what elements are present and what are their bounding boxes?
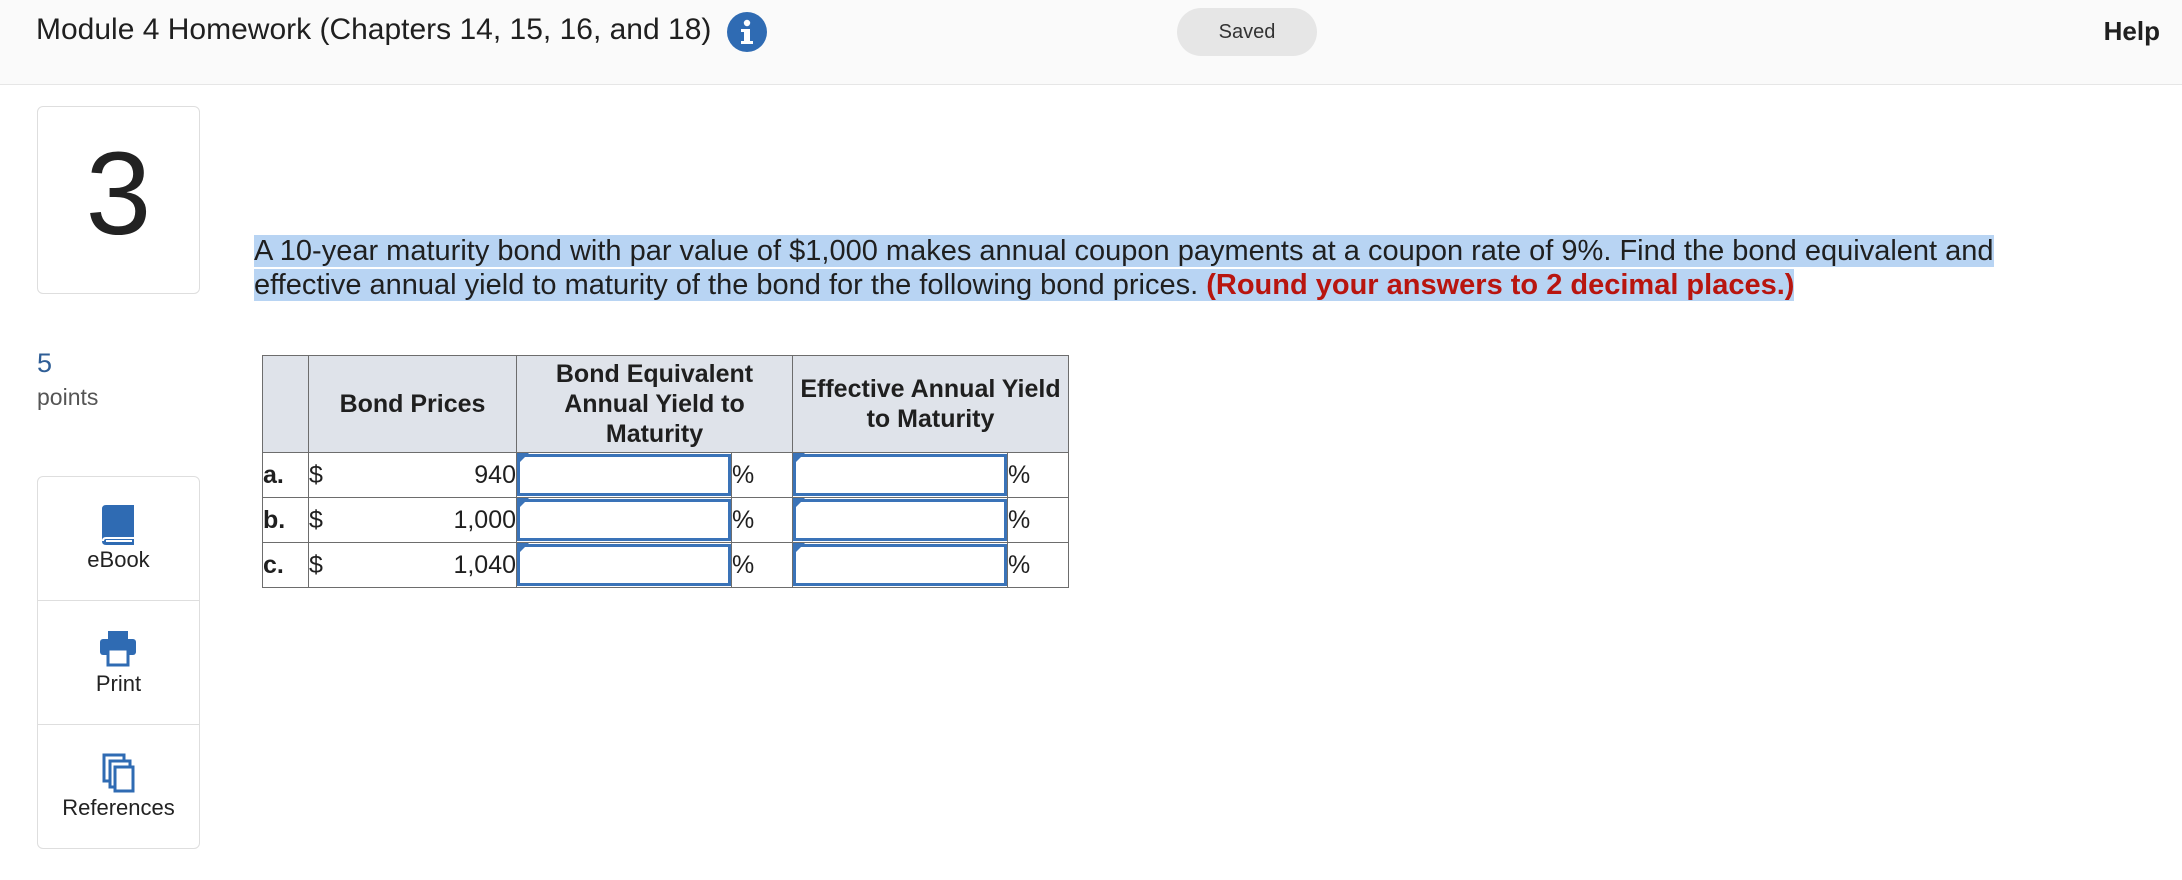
eay-input-b[interactable]	[793, 499, 1007, 541]
printer-icon	[98, 627, 138, 671]
input-flag-icon	[793, 543, 805, 555]
table-row: b. $ 1,000 % %	[262, 497, 1069, 543]
assignment-title: Module 4 Homework (Chapters 14, 15, 16, …	[36, 13, 712, 46]
bey-cell	[516, 542, 732, 588]
ebook-button[interactable]: eBook	[38, 477, 199, 601]
eay-input-c[interactable]	[793, 544, 1007, 586]
help-link[interactable]: Help	[2104, 16, 2160, 47]
currency-symbol: $	[308, 497, 353, 543]
input-flag-icon	[793, 453, 805, 465]
bey-input-c[interactable]	[517, 544, 731, 586]
row-label: b.	[262, 497, 309, 543]
book-icon	[98, 503, 138, 547]
input-flag-icon	[517, 453, 529, 465]
row-label-header	[262, 355, 309, 453]
percent-unit: %	[731, 542, 793, 588]
eay-cell	[792, 452, 1008, 498]
percent-unit: %	[731, 452, 793, 498]
bond-equivalent-yield-header: Bond Equivalent Annual Yield to Maturity	[516, 355, 793, 453]
effective-annual-yield-header: Effective Annual Yield to Maturity	[792, 355, 1069, 453]
print-button[interactable]: Print	[38, 601, 199, 725]
currency-symbol: $	[308, 452, 353, 498]
bey-input-b[interactable]	[517, 499, 731, 541]
percent-unit: %	[1007, 542, 1069, 588]
references-label: References	[62, 795, 175, 820]
percent-unit: %	[1007, 452, 1069, 498]
bey-cell	[516, 497, 732, 543]
eay-input-a[interactable]	[793, 454, 1007, 496]
percent-unit: %	[731, 497, 793, 543]
ebook-label: eBook	[87, 547, 150, 572]
question-number: 3	[85, 128, 152, 260]
question-number-card: 3	[37, 106, 200, 294]
points-value: 5	[37, 348, 53, 378]
eay-cell	[792, 542, 1008, 588]
bond-prices-header: Bond Prices	[308, 355, 517, 453]
input-flag-icon	[517, 543, 529, 555]
row-label: c.	[262, 542, 309, 588]
eay-cell	[792, 497, 1008, 543]
print-label: Print	[95, 671, 142, 696]
saved-status-badge: Saved	[1177, 8, 1317, 56]
info-icon[interactable]	[727, 12, 767, 52]
top-bar: Module 4 Homework (Chapters 14, 15, 16, …	[0, 0, 2182, 85]
input-flag-icon	[517, 498, 529, 510]
points-label: points	[37, 384, 99, 410]
table-row: c. $ 1,040 % %	[262, 542, 1069, 588]
question-text: A 10-year maturity bond with par value o…	[254, 234, 2104, 302]
bond-price: 1,000	[353, 497, 517, 543]
bey-cell	[516, 452, 732, 498]
percent-unit: %	[1007, 497, 1069, 543]
references-button[interactable]: References	[38, 725, 199, 848]
bond-price: 940	[353, 452, 517, 498]
currency-symbol: $	[308, 542, 353, 588]
table-row: a. $ 940 % %	[262, 452, 1069, 498]
rounding-instruction: (Round your answers to 2 decimal places.…	[1206, 269, 1795, 301]
answer-table: Bond Prices Bond Equivalent Annual Yield…	[262, 355, 1069, 588]
input-flag-icon	[793, 498, 805, 510]
bey-input-a[interactable]	[517, 454, 731, 496]
row-label: a.	[262, 452, 309, 498]
documents-icon	[98, 751, 138, 795]
bond-price: 1,040	[353, 542, 517, 588]
tools-panel: eBook Print References	[37, 476, 200, 849]
